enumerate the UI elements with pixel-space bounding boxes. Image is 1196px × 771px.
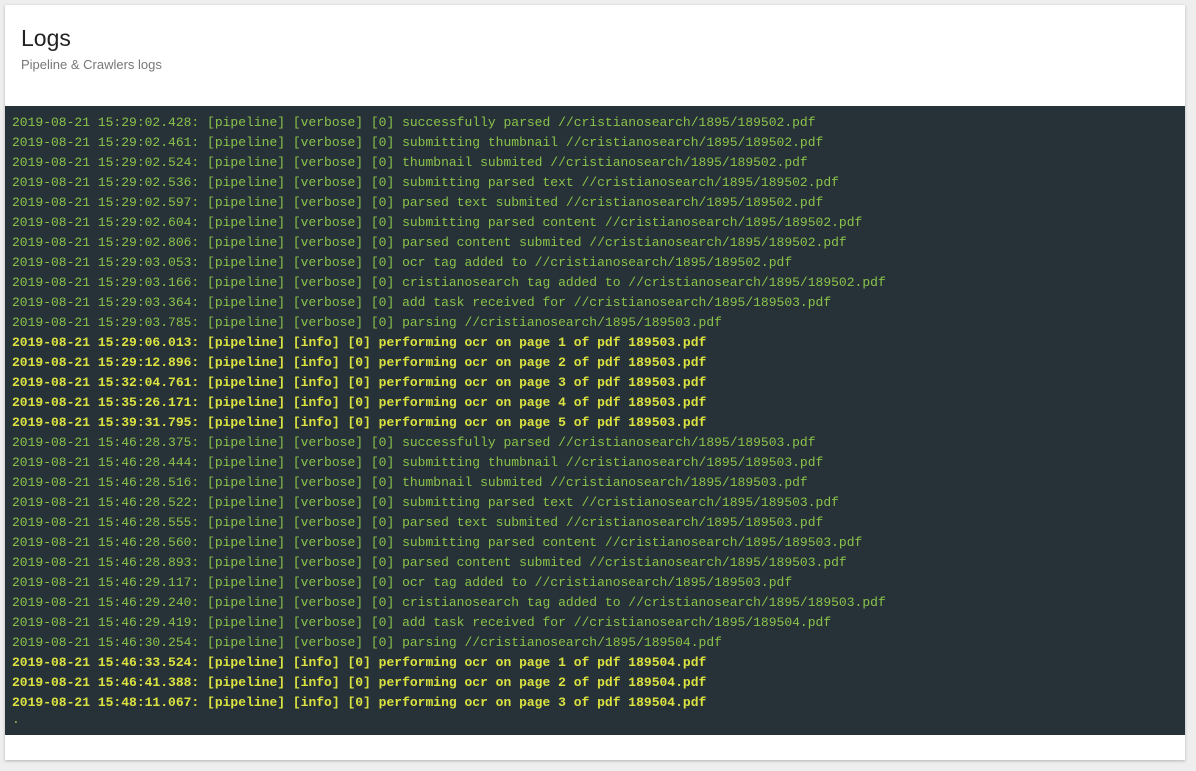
log-line: 2019-08-21 15:46:28.893: [pipeline] [ver… (12, 555, 847, 570)
log-line: 2019-08-21 15:46:28.555: [pipeline] [ver… (12, 515, 824, 530)
log-line: 2019-08-21 15:46:28.444: [pipeline] [ver… (12, 455, 824, 470)
log-line: 2019-08-21 15:35:26.171: [pipeline] [inf… (12, 395, 707, 410)
log-line: 2019-08-21 15:29:03.166: [pipeline] [ver… (12, 275, 886, 290)
log-lines: 2019-08-21 15:29:02.428: [pipeline] [ver… (12, 113, 1185, 713)
log-line: 2019-08-21 15:29:02.428: [pipeline] [ver… (12, 115, 816, 130)
page-title: Logs (21, 25, 71, 51)
log-line: 2019-08-21 15:29:02.806: [pipeline] [ver… (12, 235, 847, 250)
log-line: 2019-08-21 15:29:02.461: [pipeline] [ver… (12, 135, 824, 150)
log-line: 2019-08-21 15:48:11.067: [pipeline] [inf… (12, 695, 707, 710)
log-line: 2019-08-21 15:29:03.053: [pipeline] [ver… (12, 255, 793, 270)
log-cursor: . (12, 712, 20, 727)
page-subtitle: Pipeline & Crawlers logs (21, 57, 162, 72)
log-line: 2019-08-21 15:29:02.604: [pipeline] [ver… (12, 215, 863, 230)
log-line: 2019-08-21 15:46:41.388: [pipeline] [inf… (12, 675, 707, 690)
log-line: 2019-08-21 15:46:29.240: [pipeline] [ver… (12, 595, 886, 610)
log-line: 2019-08-21 15:29:03.785: [pipeline] [ver… (12, 315, 722, 330)
log-line: 2019-08-21 15:46:28.560: [pipeline] [ver… (12, 535, 863, 550)
log-line: 2019-08-21 15:46:29.117: [pipeline] [ver… (12, 575, 793, 590)
card-header: Logs Pipeline & Crawlers logs (5, 5, 1185, 106)
log-line: 2019-08-21 15:32:04.761: [pipeline] [inf… (12, 375, 707, 390)
log-line: 2019-08-21 15:29:02.524: [pipeline] [ver… (12, 155, 808, 170)
log-line: 2019-08-21 15:46:30.254: [pipeline] [ver… (12, 635, 722, 650)
log-line: 2019-08-21 15:39:31.795: [pipeline] [inf… (12, 415, 707, 430)
log-line: 2019-08-21 15:29:02.536: [pipeline] [ver… (12, 175, 839, 190)
log-line: 2019-08-21 15:29:06.013: [pipeline] [inf… (12, 335, 707, 350)
log-line: 2019-08-21 15:29:12.896: [pipeline] [inf… (12, 355, 707, 370)
log-line: 2019-08-21 15:46:29.419: [pipeline] [ver… (12, 615, 832, 630)
logs-card: Logs Pipeline & Crawlers logs 2019-08-21… (5, 5, 1185, 760)
log-line: 2019-08-21 15:46:28.375: [pipeline] [ver… (12, 435, 816, 450)
log-line: 2019-08-21 15:29:02.597: [pipeline] [ver… (12, 195, 824, 210)
log-line: 2019-08-21 15:46:33.524: [pipeline] [inf… (12, 655, 707, 670)
log-line: 2019-08-21 15:46:28.522: [pipeline] [ver… (12, 495, 839, 510)
log-line: 2019-08-21 15:29:03.364: [pipeline] [ver… (12, 295, 832, 310)
log-line: 2019-08-21 15:46:28.516: [pipeline] [ver… (12, 475, 808, 490)
log-console[interactable]: 2019-08-21 15:29:02.428: [pipeline] [ver… (5, 106, 1185, 735)
